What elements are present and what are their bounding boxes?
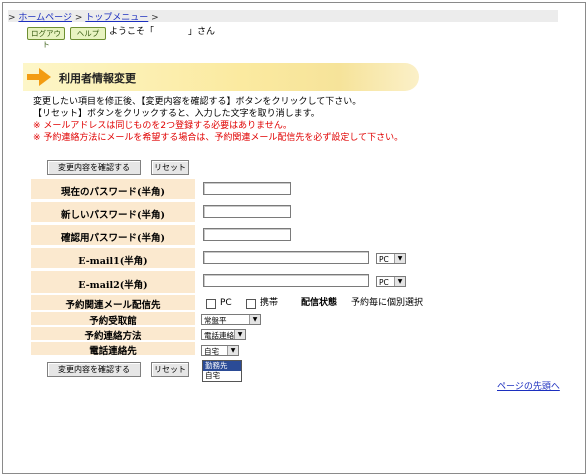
current-password-input[interactable] xyxy=(203,182,291,195)
breadcrumb-separator: > xyxy=(8,13,16,23)
pickup-library-label: 予約受取館 xyxy=(89,316,137,327)
mail-dest-pc-checkbox[interactable] xyxy=(206,299,216,309)
new-password-label: 新しいパスワード(半角) xyxy=(61,210,165,221)
email1-label: E-mail1(半角) xyxy=(78,256,148,267)
welcome-suffix: 」さん xyxy=(188,27,216,37)
phone-contact-dropdown-list: 勤務先 自宅 xyxy=(202,360,242,382)
chevron-down-icon: ▼ xyxy=(234,330,245,339)
breadcrumb-separator: > xyxy=(74,13,83,23)
email1-type-value: PC xyxy=(379,255,389,264)
phone-contact-value: 自宅 xyxy=(204,347,219,356)
email1-input[interactable] xyxy=(203,251,369,264)
breadcrumb-topmenu-link[interactable]: トップメニュー xyxy=(85,13,148,23)
welcome-prefix: ようこそ「 xyxy=(109,27,155,37)
logout-button[interactable]: ログアウト xyxy=(27,27,65,49)
email1-type-select[interactable]: PC ▼ xyxy=(376,253,406,264)
mail-dest-pc-label: PC xyxy=(220,298,232,308)
current-password-label: 現在のパスワード(半角) xyxy=(61,187,165,198)
mail-dest-mobile-checkbox[interactable] xyxy=(246,299,256,309)
note-line-1: ※ メールアドレスは同じものを2つ登録する必要はありません。 xyxy=(33,121,292,131)
chevron-down-icon: ▼ xyxy=(394,277,405,286)
mail-dest-mobile-label: 携帯 xyxy=(260,298,279,308)
chevron-down-icon: ▼ xyxy=(249,315,260,324)
reset-button-bottom[interactable]: リセット xyxy=(151,362,189,377)
delivery-status-value: 予約毎に個別選択 xyxy=(351,298,424,308)
page-top-link[interactable]: ページの先頭へ xyxy=(497,379,560,392)
breadcrumb-separator: > xyxy=(151,13,159,23)
email2-label: E-mail2(半角) xyxy=(78,280,148,291)
reset-button[interactable]: リセット xyxy=(151,160,189,175)
browser-frame: > ホームページ > トップメニュー > ログアウト ヘルプ ようこそ「 」さん … xyxy=(2,2,586,474)
dropdown-option[interactable]: 勤務先 xyxy=(203,361,241,371)
breadcrumb-home-link[interactable]: ホームページ xyxy=(18,13,72,23)
contact-method-label: 予約連絡方法 xyxy=(84,331,142,342)
note-line-2: ※ 予約連絡方法にメールを希望する場合は、予約関連メール配信先を必ず設定して下さ… xyxy=(33,133,404,143)
page-title: 利用者情報変更 xyxy=(59,72,136,85)
contact-method-select[interactable]: 電話連絡 ▼ xyxy=(201,329,246,340)
contact-method-value: 電話連絡 xyxy=(204,331,234,340)
phone-contact-label: 電話連絡先 xyxy=(89,346,137,357)
confirm-button[interactable]: 変更内容を確認する xyxy=(47,160,141,175)
mail-destination-label: 予約関連メール配信先 xyxy=(65,300,161,311)
confirm-button-bottom[interactable]: 変更内容を確認する xyxy=(47,362,141,377)
arrow-right-icon xyxy=(27,68,51,86)
phone-contact-select[interactable]: 自宅 ▼ xyxy=(201,345,239,356)
pickup-library-value: 常盤平 xyxy=(204,316,227,325)
chevron-down-icon: ▼ xyxy=(394,254,405,263)
email2-type-select[interactable]: PC ▼ xyxy=(376,276,406,287)
welcome-text: ようこそ「 」さん xyxy=(109,27,215,38)
new-password-input[interactable] xyxy=(203,205,291,218)
instruction-line-1: 変更したい項目を修正後、【変更内容を確認する】ボタンをクリックして下さい。 xyxy=(33,97,362,107)
email2-type-value: PC xyxy=(379,278,389,287)
dropdown-option[interactable]: 自宅 xyxy=(203,371,241,381)
help-button[interactable]: ヘルプ xyxy=(70,27,106,40)
breadcrumb: > ホームページ > トップメニュー > xyxy=(8,10,558,23)
confirm-password-input[interactable] xyxy=(203,228,291,241)
instruction-line-2: 【リセット】ボタンをクリックすると、入力した文字を取り消します。 xyxy=(33,109,320,119)
chevron-down-icon: ▼ xyxy=(227,346,238,355)
delivery-status-label: 配信状態 xyxy=(301,298,338,308)
pickup-library-select[interactable]: 常盤平 ▼ xyxy=(201,314,261,325)
email2-input[interactable] xyxy=(203,274,369,287)
confirm-password-label: 確認用パスワード(半角) xyxy=(61,233,165,244)
